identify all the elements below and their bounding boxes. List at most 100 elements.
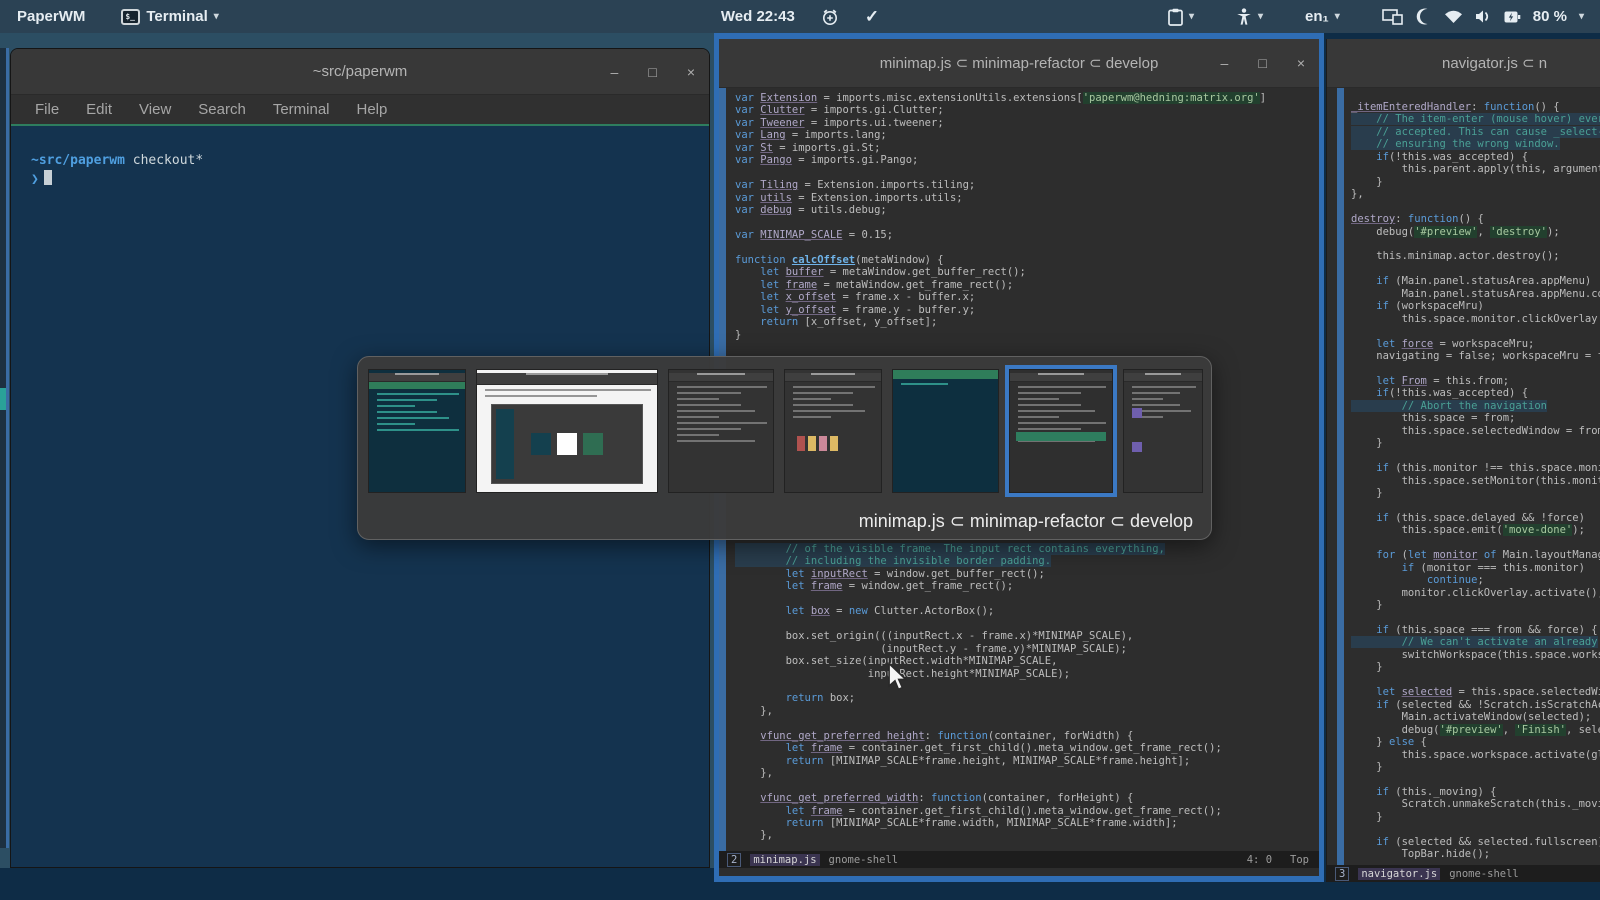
modeline-mode: gnome-shell — [1449, 867, 1519, 880]
keyboard-layout-menu[interactable]: en₁ ▾ — [1305, 8, 1340, 25]
terminal-thumbnail[interactable] — [368, 369, 466, 493]
code-line: Main.activateWindow(selected); — [1351, 711, 1592, 724]
code-line: var Clutter = imports.gi.Clutter; — [735, 104, 944, 117]
navigator-titlebar[interactable]: navigator.js ⊂ n — [1327, 39, 1600, 88]
alarm-clock-icon[interactable] — [821, 8, 839, 26]
editor-thumbnail-1[interactable] — [668, 369, 774, 493]
prompt-status: checkout* — [132, 153, 204, 168]
code-line: if (selected && selected.fullscreen) — [1376, 835, 1600, 848]
code-line: // accepted. This can cause _select- — [1351, 125, 1600, 138]
app-menu-button[interactable]: $_ Terminal ▾ — [121, 8, 219, 25]
code-line: if (this.space.delayed && !force) — [1376, 511, 1585, 524]
modeline-filename: navigator.js — [1358, 867, 1441, 880]
browser-thumbnail[interactable] — [476, 369, 658, 493]
minimize-button[interactable]: – — [611, 64, 619, 80]
clipboard-icon — [1168, 8, 1183, 26]
close-button[interactable]: × — [687, 64, 695, 80]
close-button[interactable]: × — [1297, 55, 1305, 71]
code-line: } — [1351, 810, 1383, 823]
wifi-icon — [1444, 10, 1462, 23]
maximize-button[interactable]: □ — [648, 64, 656, 80]
accessibility-icon — [1237, 7, 1251, 25]
code-line: return [MINIMAP_SCALE*frame.height, MINI… — [785, 754, 1191, 767]
code-line: if (this._moving) { — [1376, 785, 1497, 798]
code-line: monitor.clickOverlay.activate(); — [1351, 586, 1600, 599]
code-line: box.set_size(inputRect.width*MINIMAP_SCA… — [735, 655, 1058, 668]
menu-item-help[interactable]: Help — [357, 101, 388, 118]
code-line: var Pango = imports.gi.Pango; — [735, 154, 919, 167]
editor-thumbnail-3[interactable] — [1123, 369, 1203, 493]
terminal-titlebar[interactable]: ~src/paperwm – □ × — [11, 49, 709, 95]
menu-item-terminal[interactable]: Terminal — [273, 101, 330, 118]
accessibility-menu[interactable]: ▾ — [1236, 7, 1263, 26]
code-line: var St = imports.gi.St; — [735, 141, 881, 154]
code-line: this.space.emit('move-done'); — [1351, 524, 1585, 537]
notification-check-icon[interactable]: ✓ — [865, 7, 879, 27]
terminal-thumbnail-2[interactable] — [892, 369, 999, 493]
code-line: if (Main.panel.statusArea.appMenu) — [1376, 275, 1592, 288]
editor-titlebar[interactable]: minimap.js ⊂ minimap-refactor ⊂ develop … — [719, 39, 1319, 88]
code-line: box.set_origin(((inputRect.x - frame.x)*… — [735, 630, 1134, 643]
code-line: var Tiling = Extension.imports.tiling; — [735, 179, 976, 192]
code-line: // including the invisible border paddin… — [735, 555, 1052, 568]
chevron-down-icon: ▾ — [213, 11, 219, 22]
modeline-filename: minimap.js — [750, 853, 820, 866]
code-line: this.space.monitor.clickOverlay. — [1351, 312, 1600, 325]
code-line: let From = this.from; — [1376, 374, 1510, 387]
navigator-window-title: navigator.js ⊂ n — [1442, 55, 1548, 72]
code-line: }, — [735, 829, 773, 842]
code-line: let x_offset = frame.x - buffer.x; — [760, 291, 976, 304]
battery-icon — [1504, 11, 1521, 22]
minimize-button[interactable]: – — [1221, 55, 1229, 71]
clock-button[interactable]: Wed 22:43 — [721, 8, 795, 25]
navigator-window: navigator.js ⊂ n _itemEnteredHandler: fu… — [1326, 39, 1600, 882]
modeline-mode: gnome-shell — [828, 853, 899, 866]
code-line: let inputRect = window.get_buffer_rect()… — [785, 567, 1045, 580]
code-line: var Tweener = imports.ui.tweener; — [735, 116, 944, 129]
code-line: Scratch.unmakeScratch(this._movi — [1351, 798, 1600, 811]
code-line: if(!this.was_accepted) { — [1376, 387, 1529, 400]
code-line: continue; — [1426, 574, 1484, 587]
code-line: this.space = from; — [1351, 412, 1516, 425]
code-line: if (monitor === this.monitor) — [1401, 561, 1585, 574]
code-line: } — [735, 328, 742, 341]
code-line: vfunc_get_preferred_height: function(con… — [760, 729, 1134, 742]
menu-item-search[interactable]: Search — [198, 101, 246, 118]
code-line: // of the visible frame. The input rect … — [735, 543, 1165, 555]
code-line: navigating = false; workspaceMru = f — [1351, 350, 1600, 363]
editor-thumbnail-2[interactable] — [784, 369, 882, 493]
code-line: } — [1351, 761, 1383, 774]
clipboard-indicator[interactable]: ▾ — [1168, 8, 1194, 26]
code-line: if (selected && !Scratch.isScratchAc — [1376, 698, 1600, 711]
prompt-input-line: ❯ — [31, 170, 709, 189]
code-line: }, — [735, 704, 773, 717]
menu-item-file[interactable]: File — [35, 101, 59, 118]
code-line: function calcOffset(metaWindow) { — [735, 253, 944, 266]
code-line: var debug = utils.debug; — [735, 204, 887, 217]
prompt-path: ~src/paperwm — [31, 153, 125, 168]
offscreen-window-edge[interactable] — [0, 48, 9, 848]
system-status-menu[interactable]: 80 % ▾ — [1381, 8, 1584, 25]
code-line: }, — [1351, 188, 1364, 201]
code-line: var MINIMAP_SCALE = 0.15; — [735, 228, 894, 241]
code-line: var Lang = imports.lang; — [735, 129, 887, 142]
code-line: return box; — [785, 692, 856, 705]
editor-thumbnail-minimap[interactable] — [1005, 365, 1117, 497]
maximize-button[interactable]: □ — [1258, 55, 1266, 71]
activities-button[interactable]: PaperWM — [17, 8, 85, 25]
menu-item-view[interactable]: View — [139, 101, 171, 118]
code-line: let selected = this.space.selectedWi — [1376, 686, 1600, 699]
navigator-code-area[interactable]: _itemEnteredHandler: function() { // The… — [1327, 88, 1600, 865]
code-block-top: var Extension = imports.misc.extensionUt… — [735, 92, 1266, 341]
code-line: // We can't activate an already — [1351, 636, 1598, 649]
menu-item-edit[interactable]: Edit — [86, 101, 112, 118]
editor-minibuffer — [719, 868, 1319, 876]
